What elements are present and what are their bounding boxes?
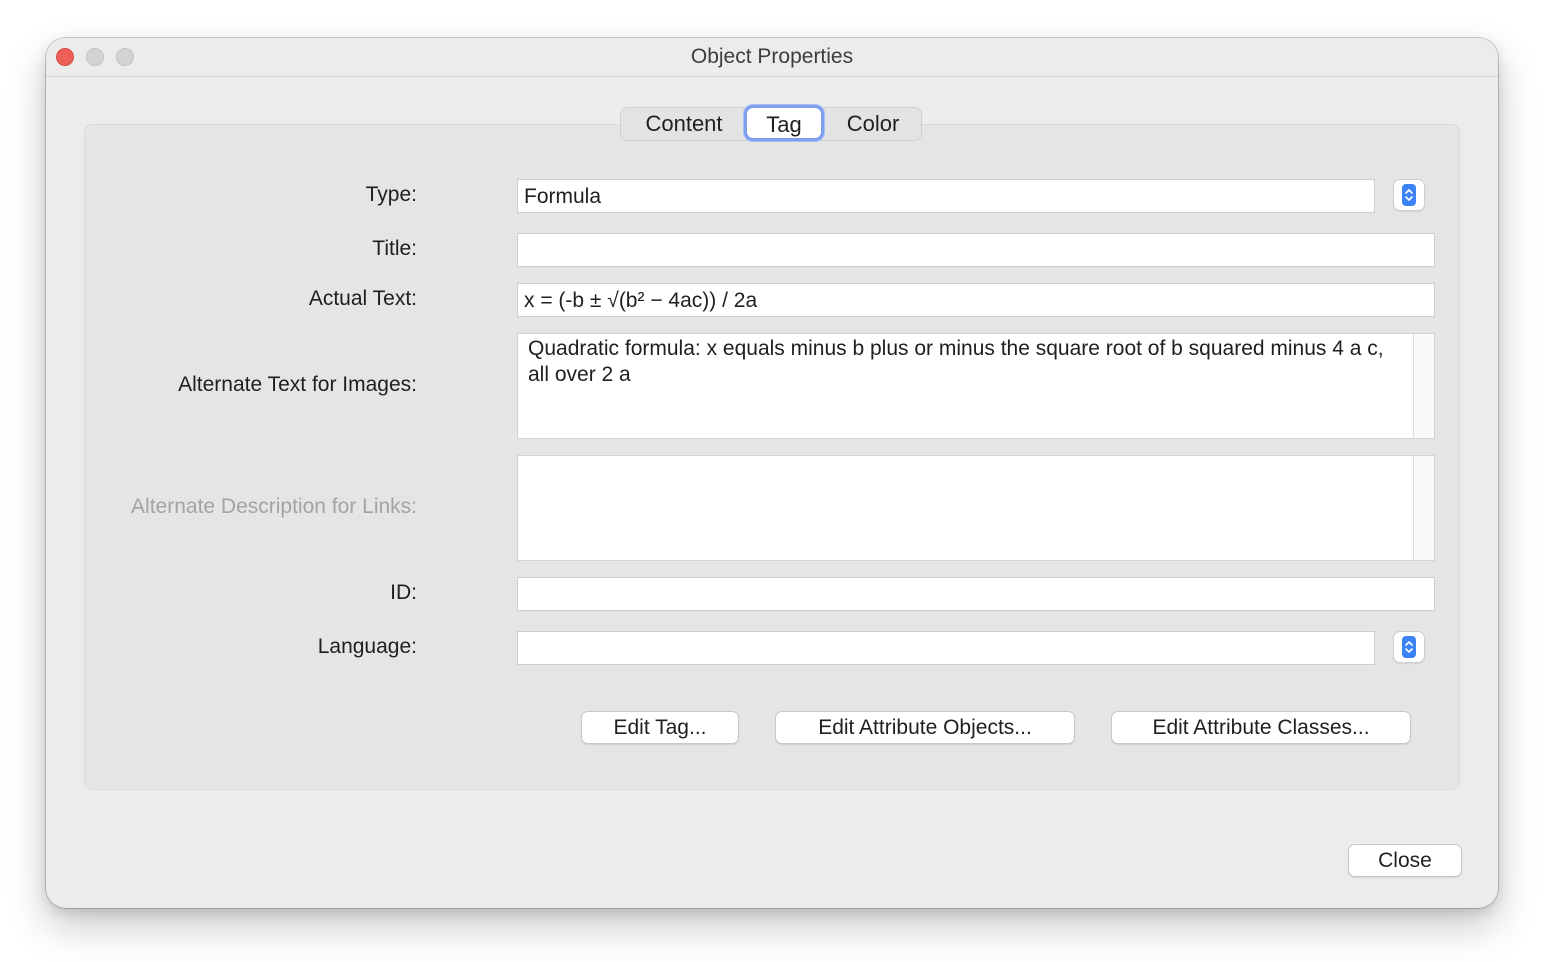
edit-attribute-objects-button[interactable]: Edit Attribute Objects... <box>775 711 1075 744</box>
id-label: ID: <box>390 581 417 604</box>
title-bar: Object Properties <box>46 38 1498 77</box>
language-popup-button[interactable] <box>1393 631 1425 663</box>
type-field[interactable]: Formula <box>517 179 1375 213</box>
language-label: Language: <box>317 635 417 658</box>
type-popup-button[interactable] <box>1393 179 1425 211</box>
alt-text-label: Alternate Text for Images: <box>178 373 417 396</box>
type-label: Type: <box>365 183 417 206</box>
actual-text-field[interactable]: x = (-b ± √(b² − 4ac)) / 2a <box>517 283 1435 317</box>
up-down-chevron-icon <box>1402 184 1416 206</box>
object-properties-window: Object Properties Type: Formula Title: A… <box>46 38 1498 908</box>
alt-desc-label: Alternate Description for Links: <box>131 495 417 518</box>
close-button[interactable]: Close <box>1348 844 1462 877</box>
alt-text-area[interactable]: Quadratic formula: x equals minus b plus… <box>517 333 1435 439</box>
actual-text-label: Actual Text: <box>308 287 417 310</box>
title-label: Title: <box>372 237 417 260</box>
tag-panel: Type: Formula Title: Actual Text: x = (-… <box>84 124 1460 790</box>
tab-content[interactable]: Content <box>629 108 739 140</box>
alt-desc-area[interactable] <box>517 455 1435 561</box>
tab-control: Content Tag Color <box>620 105 922 141</box>
edit-tag-button[interactable]: Edit Tag... <box>581 711 739 744</box>
edit-attribute-classes-button[interactable]: Edit Attribute Classes... <box>1111 711 1411 744</box>
tab-tag[interactable]: Tag <box>744 105 824 141</box>
alt-desc-scrollbar[interactable] <box>1413 456 1434 560</box>
title-field[interactable] <box>517 233 1435 267</box>
language-field[interactable] <box>517 631 1375 665</box>
alt-text-value: Quadratic formula: x equals minus b plus… <box>528 337 1384 386</box>
tab-color[interactable]: Color <box>831 108 915 140</box>
up-down-chevron-icon <box>1402 636 1416 658</box>
alt-text-scrollbar[interactable] <box>1413 334 1434 438</box>
id-field[interactable] <box>517 577 1435 611</box>
window-title: Object Properties <box>690 45 854 68</box>
